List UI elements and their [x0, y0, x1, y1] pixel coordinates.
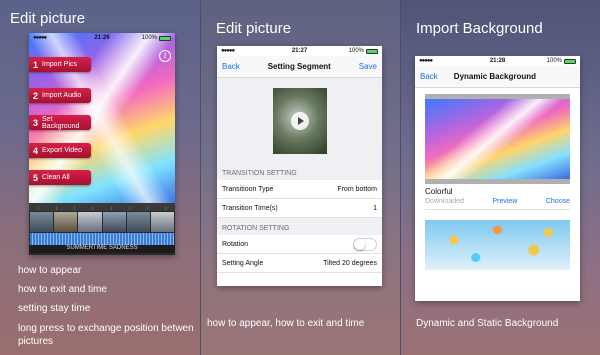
picture-strip[interactable]	[29, 211, 175, 233]
battery-icon	[366, 48, 378, 54]
background-actions: Downloaded Preview Choose	[425, 198, 570, 210]
note-item: setting stay time	[18, 303, 91, 314]
picture-thumbnail[interactable]	[102, 212, 126, 232]
downloaded-status: Downloaded	[425, 198, 464, 205]
picture-thumbnail[interactable]	[30, 212, 54, 232]
import-pics-button[interactable]: 1 Import Pics	[29, 57, 91, 72]
picture-thumbnail[interactable]	[126, 212, 150, 232]
setting-angle-row[interactable]: Setting Angle Tilted 20 degrees	[217, 254, 382, 273]
picture-thumbnail[interactable]	[54, 212, 78, 232]
battery-percent: 100%	[141, 35, 157, 41]
signal-icon: ●●●●●	[419, 58, 433, 64]
timeline[interactable]: | | | | | | | | SUMMERTIME SADNESS	[29, 203, 175, 255]
menu-number: 2	[33, 90, 39, 101]
row-value: 1	[373, 204, 377, 212]
note-item: how to appear	[18, 265, 82, 276]
section-header: ROTATION SETTING	[217, 218, 382, 235]
rotation-toggle[interactable]	[353, 237, 377, 251]
back-button[interactable]: Back	[420, 72, 438, 81]
play-icon[interactable]	[290, 111, 309, 130]
menu-label: Clean All	[42, 174, 70, 181]
signal-icon: ●●●●●	[33, 35, 47, 41]
menu-label: Export Video	[42, 147, 82, 154]
panel-caption: Dynamic and Static Background	[416, 318, 559, 329]
battery-icon	[564, 58, 576, 64]
back-button[interactable]: Back	[222, 62, 240, 71]
background-thumbnail[interactable]	[425, 220, 570, 270]
picture-preview[interactable]	[272, 87, 327, 154]
panel-edit-picture-main: Edit picture ●●●●● 21:26 100% i 1 Import…	[0, 0, 200, 355]
nav-bar: Back Setting Segment Save	[217, 56, 382, 78]
background-card: Colorful Downloaded Preview Choose	[425, 94, 570, 210]
feature-notes: how to appear how to exit and time setti…	[18, 265, 198, 355]
transition-time-row[interactable]: Transition Time(s) 1	[217, 199, 382, 218]
rotation-row: Rotation	[217, 235, 382, 254]
status-time: 21:27	[291, 48, 308, 54]
preview-button[interactable]: Preview	[492, 198, 517, 205]
row-label: Setting Angle	[222, 259, 264, 267]
menu-number: 5	[33, 172, 39, 183]
picture-thumbnail[interactable]	[78, 212, 102, 232]
nav-title: Dynamic Background	[453, 72, 537, 81]
nav-title: Setting Segment	[267, 62, 331, 71]
menu-number: 4	[33, 145, 39, 156]
background-list: Colorful Downloaded Preview Choose	[415, 94, 580, 270]
panel-title: Edit picture	[216, 20, 292, 37]
audio-waveform[interactable]	[30, 233, 174, 245]
menu-number: 3	[33, 117, 39, 128]
note-item: long press to exchange position betwen p…	[18, 323, 194, 347]
section-header: TRANSITION SETTING	[217, 163, 382, 180]
battery-percent: 100%	[546, 58, 562, 64]
status-bar: ●●●●● 21:27 100%	[217, 46, 382, 56]
phone-screenshot: ●●●●● 21:27 100% Back Setting Segment Sa…	[217, 46, 382, 286]
row-value: Tilted 20 degrees	[323, 259, 377, 267]
transition-type-row[interactable]: Transitioon Type From bottom	[217, 180, 382, 199]
phone-screenshot: ●●●●● 21:26 100% i 1 Import Pics 2 Impor…	[29, 33, 175, 255]
background-name: Colorful	[425, 187, 453, 196]
menu-label: Import Pics	[42, 61, 78, 68]
note-item: how to exit and time	[18, 284, 107, 295]
info-icon[interactable]: i	[159, 50, 171, 62]
status-time: 21:26	[94, 35, 110, 41]
main-screen: ●●●●● 21:26 100% i 1 Import Pics 2 Impor…	[29, 33, 175, 211]
status-time: 21:28	[489, 58, 506, 64]
status-bar: ●●●●● 21:26 100%	[29, 33, 175, 43]
choose-button[interactable]: Choose	[546, 198, 570, 205]
menu-label: Import Audio	[42, 92, 82, 99]
panel-caption: how to appear, how to exit and time	[207, 318, 365, 329]
picture-preview-area	[217, 78, 382, 163]
menu-label: Set Background	[42, 115, 80, 130]
save-button[interactable]: Save	[359, 62, 377, 71]
battery-percent: 100%	[348, 48, 364, 54]
panel-title: Edit picture	[10, 10, 86, 27]
panel-title: Import Background	[416, 20, 543, 37]
menu-number: 1	[33, 59, 39, 70]
import-audio-button[interactable]: 2 Import Audio	[29, 88, 91, 103]
picture-thumbnail[interactable]	[150, 212, 175, 232]
status-bar: ●●●●● 21:28 100%	[415, 56, 580, 66]
audio-track-name: SUMMERTIME SADNESS	[29, 245, 175, 253]
nav-bar: Back Dynamic Background	[415, 66, 580, 88]
set-background-button[interactable]: 3 Set Background	[29, 115, 91, 130]
export-video-button[interactable]: 4 Export Video	[29, 143, 91, 158]
battery-icon	[159, 35, 171, 41]
row-label: Transition Time(s)	[222, 204, 278, 212]
row-label: Transitioon Type	[222, 185, 274, 193]
background-thumbnail[interactable]	[425, 99, 570, 179]
clean-all-button[interactable]: 5 Clean All	[29, 170, 91, 185]
row-label: Rotation	[222, 240, 249, 248]
timeline-ruler: | | | | | | | |	[29, 203, 175, 211]
signal-icon: ●●●●●	[221, 48, 235, 54]
phone-screenshot: ●●●●● 21:28 100% Back Dynamic Background…	[415, 56, 580, 301]
row-value: From bottom	[337, 185, 377, 193]
